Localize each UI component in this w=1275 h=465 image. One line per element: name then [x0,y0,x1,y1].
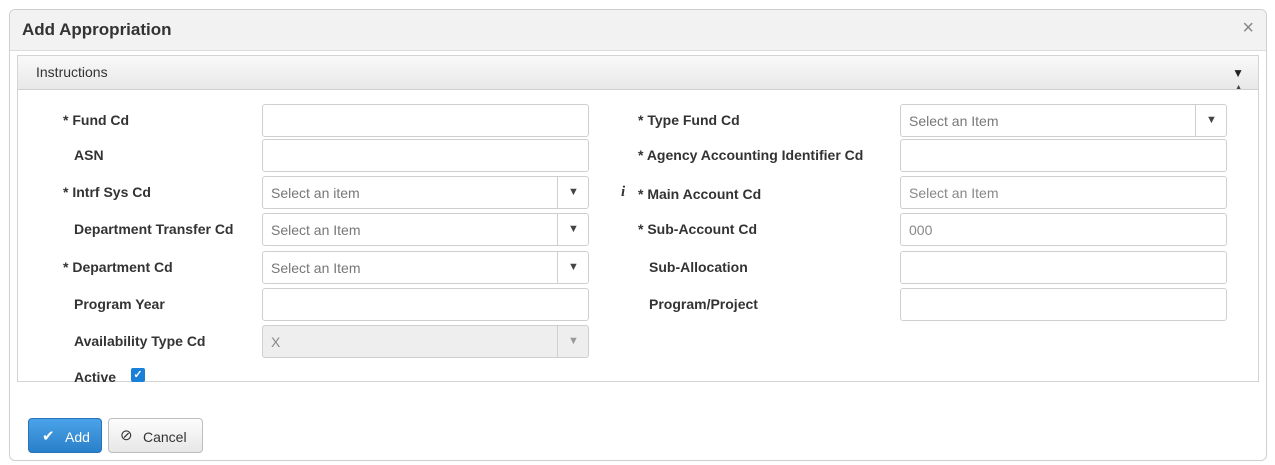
sub-account-cd-label: * Sub-Account Cd [638,221,757,237]
availability-type-cd-dropdown-button: ▼ [557,326,588,357]
close-icon[interactable]: × [1242,18,1254,38]
add-appropriation-dialog: Add Appropriation × Instructions ▼ ▲ * F… [9,9,1267,461]
add-button-label: Add [65,429,90,445]
fund-cd-label: * Fund Cd [63,112,130,128]
fund-cd-input[interactable] [262,104,589,137]
active-checkbox[interactable]: ✓ [131,368,145,382]
department-cd-placeholder: Select an Item [271,260,361,276]
type-fund-cd-select[interactable]: Select an Item ▼ [900,104,1227,137]
instructions-label: Instructions [36,64,108,80]
sub-allocation-label: Sub-Allocation [649,259,748,275]
asn-label: ASN [74,147,104,163]
department-cd-label: * Department Cd [63,259,173,275]
scroll-up-icon[interactable]: ▲ [1235,84,1242,91]
chevron-down-icon: ▼ [568,261,579,273]
asn-input[interactable] [262,139,589,172]
availability-type-cd-select: X ▼ [262,325,589,358]
chevron-down-icon: ▼ [1206,114,1217,126]
agency-accounting-identifier-cd-input[interactable] [900,139,1227,172]
active-label: Active [74,369,117,385]
dialog-title: Add Appropriation [22,20,172,39]
chevron-down-icon[interactable]: ▼ [1232,66,1244,80]
availability-type-cd-label: Availability Type Cd [74,333,206,349]
main-account-cd-input[interactable] [900,176,1227,209]
availability-type-cd-value: X [271,334,281,350]
program-year-input[interactable] [262,288,589,321]
intrf-sys-cd-label: * Intrf Sys Cd [63,184,151,200]
agency-accounting-identifier-cd-label: * Agency Accounting Identifier Cd [638,147,864,163]
department-cd-select[interactable]: Select an Item ▼ [262,251,589,284]
type-fund-cd-placeholder: Select an Item [909,113,999,129]
program-project-label: Program/Project [649,296,758,312]
intrf-sys-cd-select[interactable]: Select an item ▼ [262,176,589,209]
department-cd-dropdown-button[interactable]: ▼ [557,252,588,283]
info-icon[interactable]: i [621,184,625,201]
main-account-cd-label: * Main Account Cd [638,186,762,202]
intrf-sys-cd-placeholder: Select an item [271,185,360,201]
department-transfer-cd-label: Department Transfer Cd [74,221,234,237]
cancel-button[interactable]: ⊘ Cancel [108,418,203,453]
program-project-input[interactable] [900,288,1227,321]
add-button[interactable]: ✔ Add [28,418,102,453]
department-transfer-cd-dropdown-button[interactable]: ▼ [557,214,588,245]
dialog-titlebar: Add Appropriation × [10,10,1266,51]
department-transfer-cd-select[interactable]: Select an Item ▼ [262,213,589,246]
type-fund-cd-dropdown-button[interactable]: ▼ [1195,105,1226,136]
sub-account-cd-input[interactable] [900,213,1227,246]
chevron-down-icon: ▼ [568,223,579,235]
type-fund-cd-label: * Type Fund Cd [638,112,740,128]
program-year-label: Program Year [74,296,165,312]
instructions-bar[interactable]: Instructions ▼ ▲ [18,56,1258,91]
cancel-icon: ⊘ [120,427,133,444]
chevron-down-icon: ▼ [568,186,579,198]
chevron-down-icon: ▼ [568,335,579,347]
sub-allocation-input[interactable] [900,251,1227,284]
intrf-sys-cd-dropdown-button[interactable]: ▼ [557,177,588,208]
checkmark-icon: ✓ [133,369,143,381]
form-panel: Instructions ▼ ▲ * Fund Cd ASN * Intrf S… [17,55,1259,385]
department-transfer-cd-placeholder: Select an Item [271,222,361,238]
checkmark-icon: ✔ [42,428,55,445]
cancel-button-label: Cancel [143,429,187,445]
